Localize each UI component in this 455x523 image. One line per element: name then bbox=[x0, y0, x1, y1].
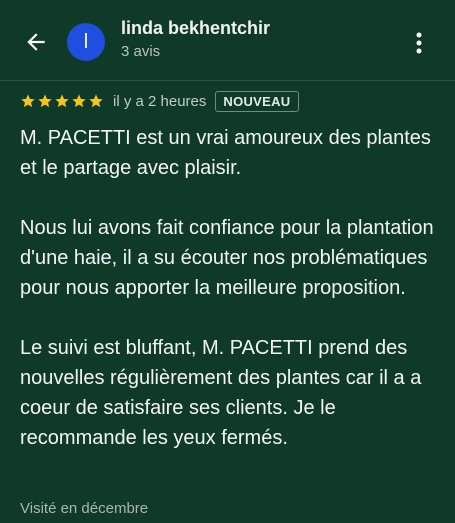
star-icon bbox=[38, 94, 52, 108]
back-button[interactable] bbox=[20, 26, 52, 58]
review-paragraph: Nous lui avons fait confiance pour la pl… bbox=[20, 217, 434, 299]
star-icon bbox=[72, 94, 86, 108]
reviewer-name[interactable]: linda bekhentchir bbox=[121, 18, 270, 39]
review-paragraph: Le suivi est bluffant, M. PACETTI prend … bbox=[20, 337, 422, 449]
review-paragraph: M. PACETTI est un vrai amoureux des plan… bbox=[20, 127, 431, 179]
visit-date: Visité en décembre bbox=[20, 500, 149, 517]
new-badge: NOUVEAU bbox=[215, 90, 299, 112]
star-icon bbox=[21, 94, 35, 108]
arrow-left-icon bbox=[27, 33, 45, 51]
avatar-initial: l bbox=[83, 30, 89, 53]
divider bbox=[0, 80, 455, 81]
review-time: il y a 2 heures bbox=[113, 92, 207, 110]
more-vert-icon bbox=[416, 32, 422, 54]
review-meta: il y a 2 heures NOUVEAU bbox=[20, 88, 299, 114]
star-icon bbox=[55, 94, 69, 108]
star-icon bbox=[89, 94, 103, 108]
avatar[interactable]: l bbox=[67, 23, 105, 61]
more-options-button[interactable] bbox=[404, 28, 434, 58]
review-text: M. PACETTI est un vrai amoureux des plan… bbox=[20, 123, 435, 483]
review-header: l linda bekhentchir 3 avis bbox=[0, 0, 455, 80]
review-count: 3 avis bbox=[121, 43, 161, 60]
star-rating bbox=[20, 93, 105, 109]
